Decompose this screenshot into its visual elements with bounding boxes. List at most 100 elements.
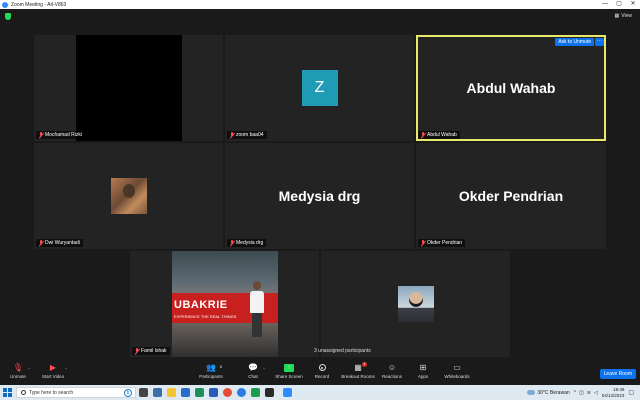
participant-name: Abdul Wahab (427, 132, 457, 138)
chat-button[interactable]: 💬 Chat (235, 363, 271, 379)
share-screen-label: Share Screen (275, 374, 303, 379)
participant-display-name: Medysia drg (278, 188, 361, 204)
participant-tile-mochamad[interactable]: Mochamad Rizki (34, 35, 223, 141)
mic-muted-icon (39, 240, 43, 246)
participant-name-tag: Okder Pendrian (418, 239, 466, 247)
file-explorer-icon[interactable] (167, 388, 176, 397)
participants-label: Participants (199, 374, 223, 379)
participant-video (76, 35, 182, 141)
meeting-toolbar: 🎙 Unmute ^ ▶ Start Video ^ 👥 Participant… (0, 361, 640, 385)
edge-icon[interactable] (153, 388, 162, 397)
window-controls: — ▢ ✕ (598, 0, 640, 9)
mic-muted-icon (421, 132, 425, 138)
apps-icon: ⊞ (419, 363, 427, 372)
video-gallery: Mochamad Rizki Z zoom baa04 Ask to Unmut… (0, 25, 640, 361)
participant-name: Mochamad Rizki (45, 132, 82, 138)
video-banner-subtext: EXPERIENCE THE REAL THINGS (174, 314, 237, 319)
apps-button[interactable]: ⊞ Apps (405, 363, 441, 379)
meeting-topbar: ▦ View (0, 9, 640, 25)
edge-browser-icon[interactable] (237, 388, 246, 397)
chevron-up-icon[interactable]: ^ (574, 390, 576, 396)
bing-icon[interactable]: b (124, 388, 132, 397)
participant-avatar: Z (301, 70, 338, 106)
word-icon[interactable] (209, 388, 218, 397)
view-label: View (621, 13, 632, 19)
participants-count: 8 (219, 364, 222, 369)
participant-tile-okder[interactable]: Okder Pendrian Okder Pendrian (416, 143, 606, 249)
grid-icon: ▦ (614, 13, 620, 19)
participant-name: Okder Pendrian (427, 240, 463, 246)
taskbar-search-box[interactable]: Type here to search b (16, 387, 136, 398)
window-titlebar: Zoom Meeting - Alt-V863 — ▢ ✕ (0, 0, 640, 9)
maximize-button[interactable]: ▢ (612, 0, 626, 9)
store-icon[interactable] (181, 388, 190, 397)
record-icon (317, 363, 327, 372)
participant-name: Famil Ishak (141, 348, 167, 354)
participant-name-tag: Famil Ishak (132, 347, 170, 355)
share-screen-icon: ↑ (284, 363, 294, 372)
participant-name: zoom baa04 (236, 132, 264, 138)
apps-label: Apps (417, 374, 429, 379)
chat-options-caret-icon[interactable]: ^ (263, 366, 265, 371)
task-view-icon[interactable] (139, 388, 148, 397)
app-icon[interactable] (251, 388, 260, 397)
close-button[interactable]: ✕ (626, 0, 640, 9)
windows-start-icon[interactable] (3, 388, 12, 397)
share-screen-button[interactable]: ↑ Share Screen (271, 363, 307, 379)
participant-name-tag: Abdul Wahab (418, 131, 460, 139)
view-button[interactable]: ▦ View (615, 13, 632, 19)
participants-button[interactable]: 👥 Participants 8 (193, 363, 229, 379)
participant-tile-famil[interactable]: UBAKRIE EXPERIENCE THE REAL THINGS Famil… (130, 251, 319, 357)
reactions-icon: ☺ (387, 363, 397, 372)
windows-taskbar: Type here to search b 30°C Berawan ^ ◫ ≋… (0, 385, 640, 400)
participant-name-tag: Mochamad Rizki (36, 131, 85, 139)
participant-tile-medysia[interactable]: Medysia drg Medysia drg (225, 143, 414, 249)
participant-name: Dwi Wuryantadi (45, 240, 80, 246)
video-options-caret-icon[interactable]: ^ (65, 366, 67, 371)
mic-muted-icon (230, 132, 234, 138)
zoom-taskbar-icon[interactable] (283, 388, 292, 397)
whiteboard-icon: ▭ (453, 363, 461, 372)
notification-icon[interactable]: ▢ (628, 389, 634, 396)
app-icon-dark[interactable] (265, 388, 274, 397)
unmute-button[interactable]: 🎙 Unmute (0, 363, 36, 379)
participant-profile-photo (110, 178, 147, 214)
taskbar-clock[interactable]: 18:49 04/13/2023 (602, 387, 625, 398)
start-video-label: Start Video (41, 374, 65, 379)
wifi-icon[interactable]: ≋ (587, 390, 591, 396)
cloud-icon (527, 390, 536, 395)
participant-tile-abdul-wahab[interactable]: Ask to Unmute ··· Abdul Wahab Abdul Waha… (416, 35, 606, 141)
breakout-rooms-badge: 4 (362, 362, 367, 367)
ask-to-unmute-button[interactable]: Ask to Unmute (555, 38, 594, 46)
chat-icon: 💬 (248, 363, 258, 372)
chrome-icon[interactable] (223, 388, 232, 397)
participant-tile-unnamed[interactable] (321, 251, 510, 357)
participants-icon: 👥 (206, 363, 216, 372)
network-icon[interactable]: ◫ (579, 390, 584, 396)
volume-icon[interactable]: ◁ (594, 390, 598, 396)
breakout-rooms-label: Breakout Rooms (341, 374, 375, 379)
weather-text: 30°C Berawan (537, 389, 570, 396)
leave-room-button[interactable]: Leave Room (599, 369, 636, 379)
minimize-button[interactable]: — (598, 0, 612, 9)
mic-muted-icon: 🎙 (12, 363, 24, 372)
whiteboards-label: Whiteboards (444, 374, 470, 379)
record-button[interactable]: Record (304, 363, 340, 379)
whiteboards-button[interactable]: ▭ Whiteboards (439, 363, 475, 379)
excel-icon[interactable] (195, 388, 204, 397)
weather-widget[interactable]: 30°C Berawan (527, 389, 570, 396)
participant-tile-zoom-baa04[interactable]: Z zoom baa04 (225, 35, 414, 141)
system-tray: 30°C Berawan ^ ◫ ≋ ◁ 18:49 04/13/2023 ▢ (527, 386, 634, 399)
more-options-button[interactable]: ··· (595, 38, 604, 46)
unmute-label: Unmute (10, 374, 26, 379)
participant-video: UBAKRIE EXPERIENCE THE REAL THINGS (172, 251, 278, 357)
audio-options-caret-icon[interactable]: ^ (28, 366, 30, 371)
security-shield-icon[interactable] (5, 13, 11, 20)
participant-profile-photo (397, 286, 434, 322)
unassigned-participants-text[interactable]: 3 unassigned participants (314, 348, 371, 354)
breakout-rooms-button[interactable]: ▦ Breakout Rooms 4 (340, 362, 376, 379)
participant-tile-dwi[interactable]: Dwi Wuryantadi (34, 143, 223, 249)
mic-muted-icon (135, 348, 139, 354)
video-off-icon: ▶ (49, 363, 57, 372)
mic-muted-icon (230, 240, 234, 246)
